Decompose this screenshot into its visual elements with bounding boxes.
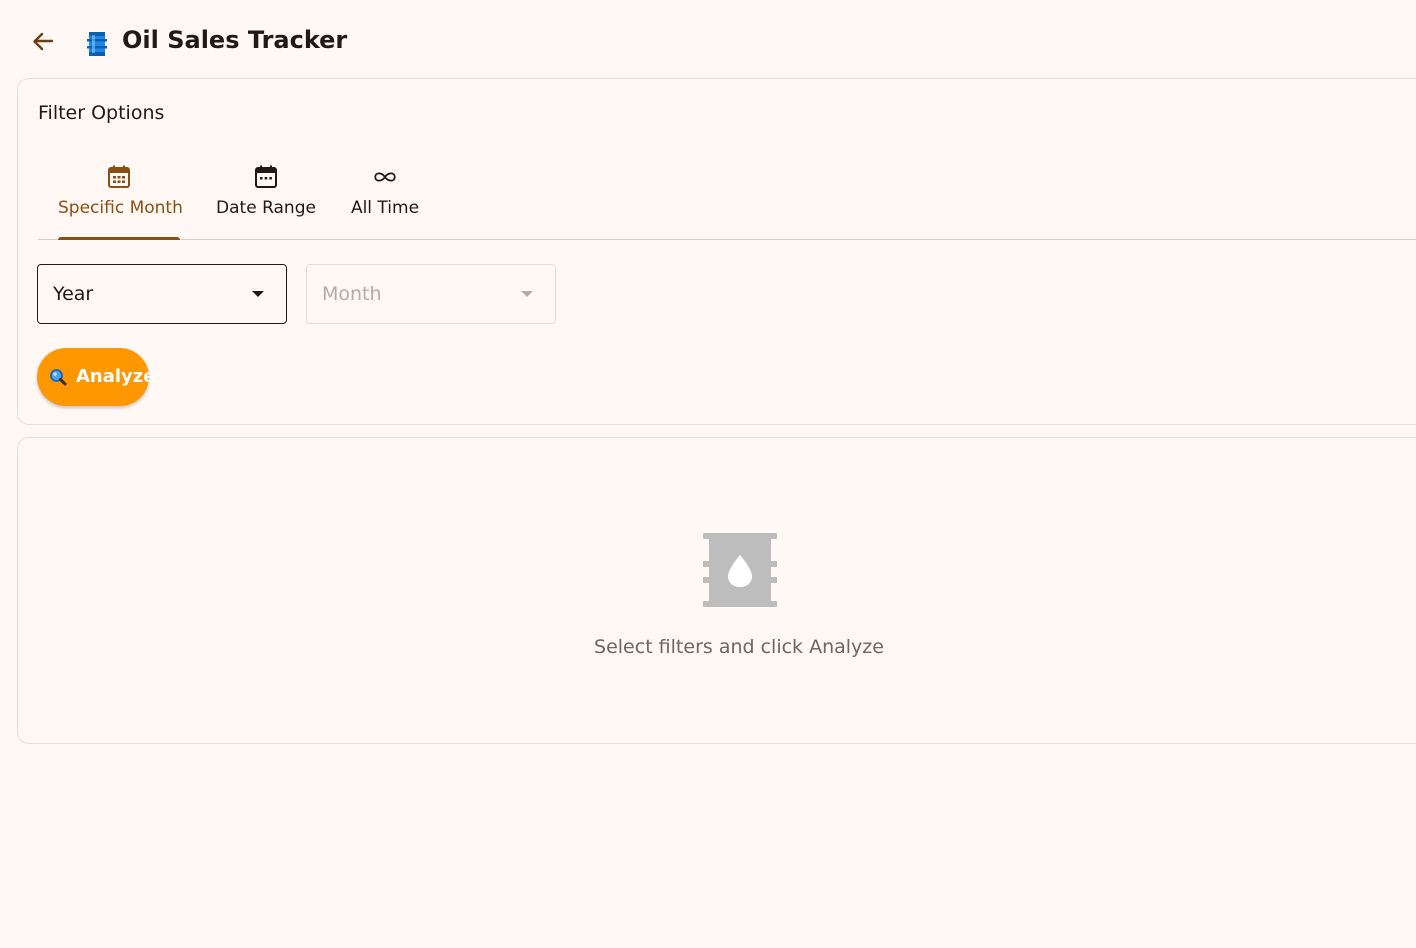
year-select[interactable]: Year xyxy=(37,264,287,324)
oil-drum-icon xyxy=(87,32,107,56)
year-select-value: Year xyxy=(53,283,94,305)
calendar-icon xyxy=(255,165,277,188)
oil-barrel-icon xyxy=(703,533,777,607)
filter-options-title: Filter Options xyxy=(38,102,165,124)
month-select: Month xyxy=(306,264,556,324)
page-title: Oil Sales Tracker xyxy=(122,26,348,54)
active-tab-indicator xyxy=(58,237,180,240)
back-button[interactable] xyxy=(26,26,58,58)
arrow-back-icon xyxy=(33,32,54,51)
empty-state-message: Select filters and click Analyze xyxy=(594,636,884,658)
filter-options-card: Filter Options Specific Month Date Range… xyxy=(17,78,1416,425)
tab-all-time[interactable]: All Time xyxy=(349,154,421,239)
analyze-button[interactable]: Analyze xyxy=(37,348,155,406)
month-select-value: Month xyxy=(322,283,382,305)
dropdown-arrow-icon xyxy=(521,291,533,297)
dropdown-arrow-icon xyxy=(252,291,264,297)
tab-label: Date Range xyxy=(216,198,316,218)
tab-label: All Time xyxy=(350,198,420,218)
calendar-month-icon xyxy=(108,165,130,188)
infinity-icon xyxy=(374,172,396,182)
tab-label: Specific Month xyxy=(58,198,183,218)
app-bar: Oil Sales Tracker xyxy=(0,0,1416,80)
tab-date-range[interactable]: Date Range xyxy=(216,154,316,239)
filter-mode-tabs: Specific Month Date Range All Time xyxy=(38,154,1416,240)
magnifier-icon xyxy=(50,369,67,386)
tab-specific-month[interactable]: Specific Month xyxy=(58,154,183,240)
analyze-button-label: Analyze xyxy=(76,366,156,387)
results-card: Select filters and click Analyze xyxy=(17,437,1416,744)
